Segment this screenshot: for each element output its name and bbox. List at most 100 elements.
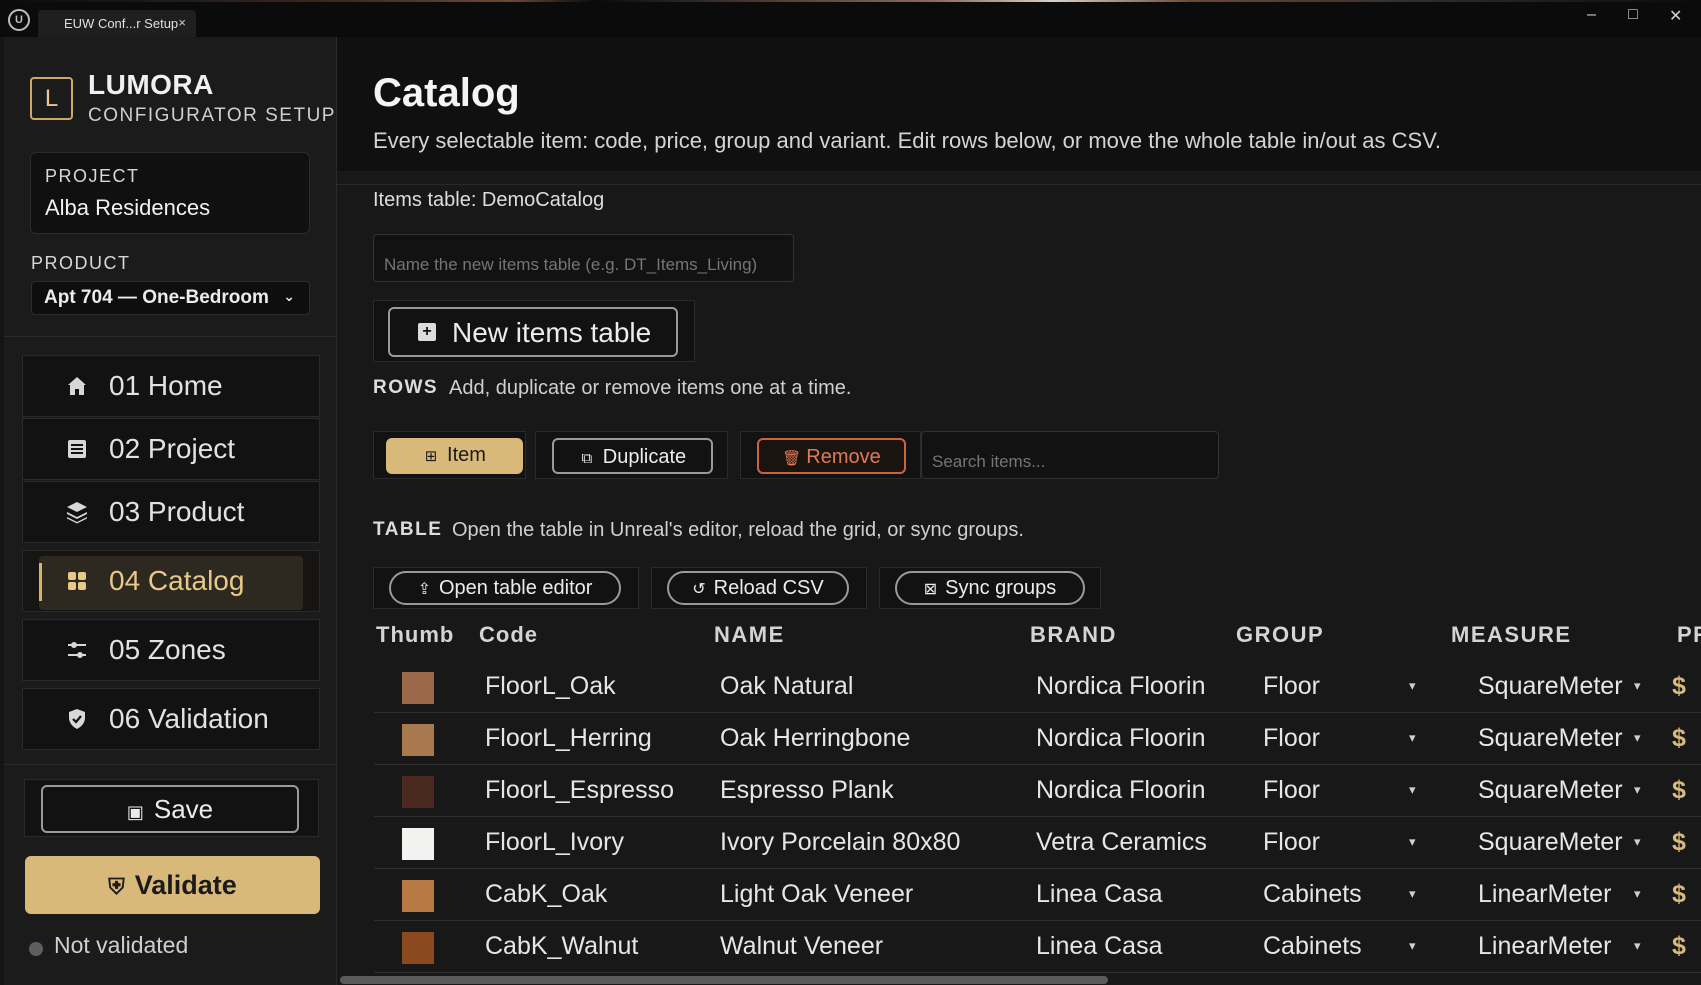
dropdown-arrow-icon[interactable]: ▾ xyxy=(1634,678,1641,694)
product-value: Apt 704 — One-Bedroom xyxy=(44,287,269,308)
nav-label: 03 Product xyxy=(109,496,245,527)
cell-brand[interactable]: Nordica Floorin xyxy=(1036,672,1216,701)
cell-group[interactable]: Floor xyxy=(1263,828,1403,857)
cell-code[interactable]: FloorL_Espresso xyxy=(485,776,705,805)
cell-group[interactable]: Floor xyxy=(1263,672,1403,701)
col-brand[interactable]: BRAND xyxy=(1030,622,1117,648)
maximize-icon[interactable]: □ xyxy=(1628,6,1638,24)
new-items-table-button[interactable]: + New items table xyxy=(388,307,678,357)
cell-brand[interactable]: Nordica Floorin xyxy=(1036,776,1216,805)
save-button[interactable]: ▣ Save xyxy=(41,785,299,833)
cell-brand[interactable]: Vetra Ceramics xyxy=(1036,828,1216,857)
col-code[interactable]: Code xyxy=(479,622,538,648)
cell-name[interactable]: Oak Herringbone xyxy=(720,724,1020,753)
page-subtitle: Every selectable item: code, price, grou… xyxy=(373,128,1441,153)
add-item-label: Item xyxy=(447,444,486,466)
nav-item-validation[interactable]: 06 Validation xyxy=(22,688,320,750)
cell-measure[interactable]: SquareMeter xyxy=(1478,776,1628,805)
validation-status: Not validated xyxy=(54,932,189,958)
cell-code[interactable]: FloorL_Oak xyxy=(485,672,705,701)
dropdown-arrow-icon[interactable]: ▾ xyxy=(1409,730,1416,746)
add-item-button[interactable]: ⊞ Item xyxy=(386,438,523,474)
duplicate-button[interactable]: ⧉ Duplicate xyxy=(552,438,713,474)
table-row[interactable]: FloorL_Herring Oak Herringbone Nordica Flo… xyxy=(374,713,1701,765)
cell-name[interactable]: Oak Natural xyxy=(720,672,1020,701)
dropdown-arrow-icon[interactable]: ▾ xyxy=(1409,678,1416,694)
divider xyxy=(4,336,337,337)
table-row[interactable]: FloorL_Ivory Ivory Porcelain 80x80 Vetra C… xyxy=(374,817,1701,869)
col-price[interactable]: PR xyxy=(1677,622,1701,648)
cell-price[interactable]: $ xyxy=(1672,724,1686,753)
dropdown-arrow-icon[interactable]: ▾ xyxy=(1634,938,1641,954)
nav-item-project[interactable]: 02 Project xyxy=(22,418,320,480)
product-select[interactable]: Apt 704 — One-Bedroom ⌄ xyxy=(31,281,310,315)
table-section-label: TABLE xyxy=(373,519,443,540)
col-measure[interactable]: MEASURE xyxy=(1451,622,1572,648)
reload-csv-button[interactable]: ↺ Reload CSV xyxy=(667,571,849,605)
dropdown-arrow-icon[interactable]: ▾ xyxy=(1634,782,1641,798)
cell-code[interactable]: CabK_Walnut xyxy=(485,932,705,961)
cell-code[interactable]: FloorL_Ivory xyxy=(485,828,705,857)
cell-price[interactable]: $ xyxy=(1672,828,1686,857)
col-group[interactable]: GROUP xyxy=(1236,622,1324,648)
close-window-icon[interactable]: ✕ xyxy=(1669,6,1682,26)
col-thumb[interactable]: Thumb xyxy=(376,622,454,648)
cell-group[interactable]: Floor xyxy=(1263,776,1403,805)
thumbnail-swatch xyxy=(402,724,434,756)
cell-brand[interactable]: Linea Casa xyxy=(1036,932,1216,961)
cell-price[interactable]: $ xyxy=(1672,932,1686,961)
dropdown-arrow-icon[interactable]: ▾ xyxy=(1634,886,1641,902)
horizontal-scrollbar[interactable] xyxy=(340,976,1108,984)
dropdown-arrow-icon[interactable]: ▾ xyxy=(1634,834,1641,850)
cell-group[interactable]: Floor xyxy=(1263,724,1403,753)
remove-label: Remove xyxy=(806,446,881,468)
cell-name[interactable]: Walnut Veneer xyxy=(720,932,1020,961)
cell-measure[interactable]: LinearMeter xyxy=(1478,932,1628,961)
cell-name[interactable]: Ivory Porcelain 80x80 xyxy=(720,828,1020,857)
cell-measure[interactable]: SquareMeter xyxy=(1478,828,1628,857)
plus-icon: ⊞ xyxy=(424,448,438,465)
nav-item-product[interactable]: 03 Product xyxy=(22,481,320,543)
new-table-name-input[interactable] xyxy=(373,234,794,282)
table-row[interactable]: FloorL_Espresso Espresso Plank Nordica Flo… xyxy=(374,765,1701,817)
cell-name[interactable]: Light Oak Veneer xyxy=(720,880,1020,909)
nav-item-catalog[interactable]: 04 Catalog xyxy=(22,550,320,612)
status-dot-icon xyxy=(29,942,43,956)
table-row[interactable]: CabK_Walnut Walnut Veneer Linea Casa Cabine… xyxy=(374,921,1701,973)
cell-price[interactable]: $ xyxy=(1672,776,1686,805)
col-name[interactable]: NAME xyxy=(714,622,785,648)
dropdown-arrow-icon[interactable]: ▾ xyxy=(1634,730,1641,746)
cell-measure[interactable]: SquareMeter xyxy=(1478,672,1628,701)
search-items-input[interactable] xyxy=(921,431,1219,479)
minimize-icon[interactable]: – xyxy=(1587,6,1596,24)
cell-measure[interactable]: SquareMeter xyxy=(1478,724,1628,753)
nav-item-zones[interactable]: 05 Zones xyxy=(22,619,320,681)
nav-item-home[interactable]: 01 Home xyxy=(22,355,320,417)
cell-code[interactable]: CabK_Oak xyxy=(485,880,705,909)
tab-euw-config-setup[interactable]: EUW Conf...r Setup × xyxy=(38,10,196,37)
new-table-container: + New items table xyxy=(373,300,695,362)
dropdown-arrow-icon[interactable]: ▾ xyxy=(1409,886,1416,902)
open-table-editor-button[interactable]: ⇪ Open table editor xyxy=(389,571,621,605)
cell-price[interactable]: $ xyxy=(1672,672,1686,701)
cell-group[interactable]: Cabinets xyxy=(1263,932,1403,961)
remove-button[interactable]: 🗑 Remove xyxy=(757,438,906,474)
cell-price[interactable]: $ xyxy=(1672,880,1686,909)
reload-icon: ↺ xyxy=(692,581,706,598)
dropdown-arrow-icon[interactable]: ▾ xyxy=(1409,782,1416,798)
cell-measure[interactable]: LinearMeter xyxy=(1478,880,1628,909)
tab-close-icon[interactable]: × xyxy=(178,15,186,30)
table-row[interactable]: CabK_Oak Light Oak Veneer Linea Casa Cabine… xyxy=(374,869,1701,921)
cell-brand[interactable]: Nordica Floorin xyxy=(1036,724,1216,753)
cell-brand[interactable]: Linea Casa xyxy=(1036,880,1216,909)
cell-group[interactable]: Cabinets xyxy=(1263,880,1403,909)
page-header: Catalog Every selectable item: code, pri… xyxy=(337,37,1701,171)
cell-name[interactable]: Espresso Plank xyxy=(720,776,1020,805)
dropdown-arrow-icon[interactable]: ▾ xyxy=(1409,938,1416,954)
sync-groups-button[interactable]: ⊠ Sync groups xyxy=(895,571,1085,605)
title-bar: U EUW Conf...r Setup × – □ ✕ xyxy=(0,0,1701,37)
cell-code[interactable]: FloorL_Herring xyxy=(485,724,705,753)
validate-button[interactable]: ⛨ Validate xyxy=(25,856,320,914)
table-row[interactable]: FloorL_Oak Oak Natural Nordica Floorin Floo… xyxy=(374,661,1701,713)
dropdown-arrow-icon[interactable]: ▾ xyxy=(1409,834,1416,850)
